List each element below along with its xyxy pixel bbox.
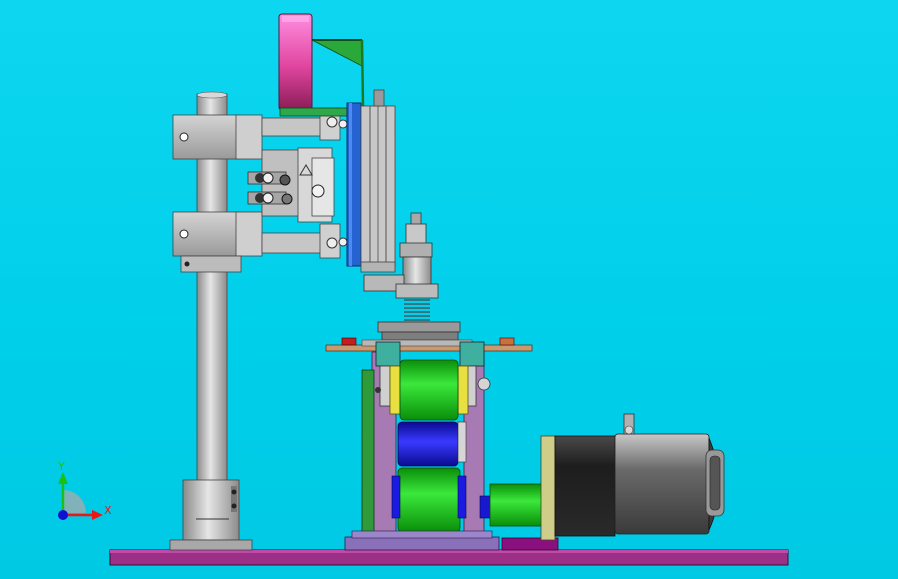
x-axis-label: X xyxy=(104,504,112,517)
motor-coupling xyxy=(479,483,543,527)
table-plate xyxy=(325,337,533,352)
lower-clamp-bracket xyxy=(172,211,263,273)
upper-clamp-bracket xyxy=(172,114,263,160)
pink-grinding-wheel xyxy=(278,13,313,111)
spring xyxy=(404,299,430,321)
vertical-column xyxy=(169,91,253,551)
cad-viewport[interactable]: Y X xyxy=(0,0,898,579)
base-plate xyxy=(109,549,789,566)
linear-slide xyxy=(346,89,396,273)
electric-motor xyxy=(540,413,725,541)
axes-triad: Y X xyxy=(57,460,112,520)
y-axis-label: Y xyxy=(57,460,65,473)
assembly-drawing: Y X xyxy=(57,13,789,566)
